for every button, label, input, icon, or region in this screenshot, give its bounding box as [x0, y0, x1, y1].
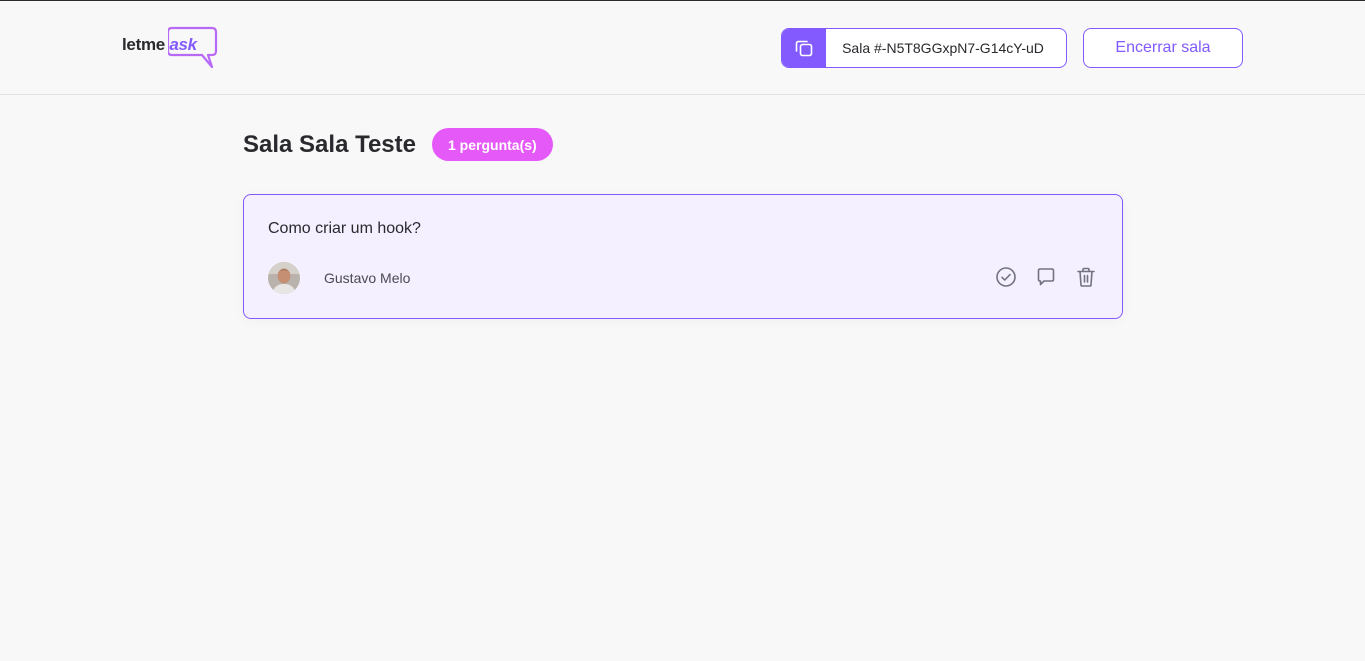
- author-name: Gustavo Melo: [324, 270, 411, 286]
- room-code-label: Sala #-N5T8GGxpN7-G14cY-uD: [842, 40, 1044, 56]
- question-text: Como criar um hook?: [268, 220, 421, 237]
- room-title: Sala Sala Teste: [243, 130, 416, 158]
- user-avatar: [268, 262, 300, 294]
- header: letme ask Sala #-N5T8GGxpN7-G14cY-uD Enc…: [0, 1, 1365, 95]
- end-room-button[interactable]: Encerrar sala: [1083, 28, 1243, 68]
- check-circle-icon[interactable]: [994, 265, 1018, 289]
- question-card: Como criar um hook? Gustavo Melo: [243, 194, 1123, 319]
- room-code-button[interactable]: Sala #-N5T8GGxpN7-G14cY-uD: [781, 28, 1067, 68]
- logo-text-prefix: letme: [122, 35, 165, 54]
- trash-icon[interactable]: [1074, 265, 1098, 289]
- logo-text: letme ask: [122, 35, 197, 55]
- answer-icon[interactable]: [1034, 265, 1058, 289]
- copy-icon: [782, 29, 826, 67]
- logo: letme ask: [122, 25, 222, 71]
- room-title-row: Sala Sala Teste 1 pergunta(s): [243, 128, 553, 161]
- logo-text-accent: ask: [169, 35, 197, 54]
- question-count-badge: 1 pergunta(s): [432, 128, 553, 161]
